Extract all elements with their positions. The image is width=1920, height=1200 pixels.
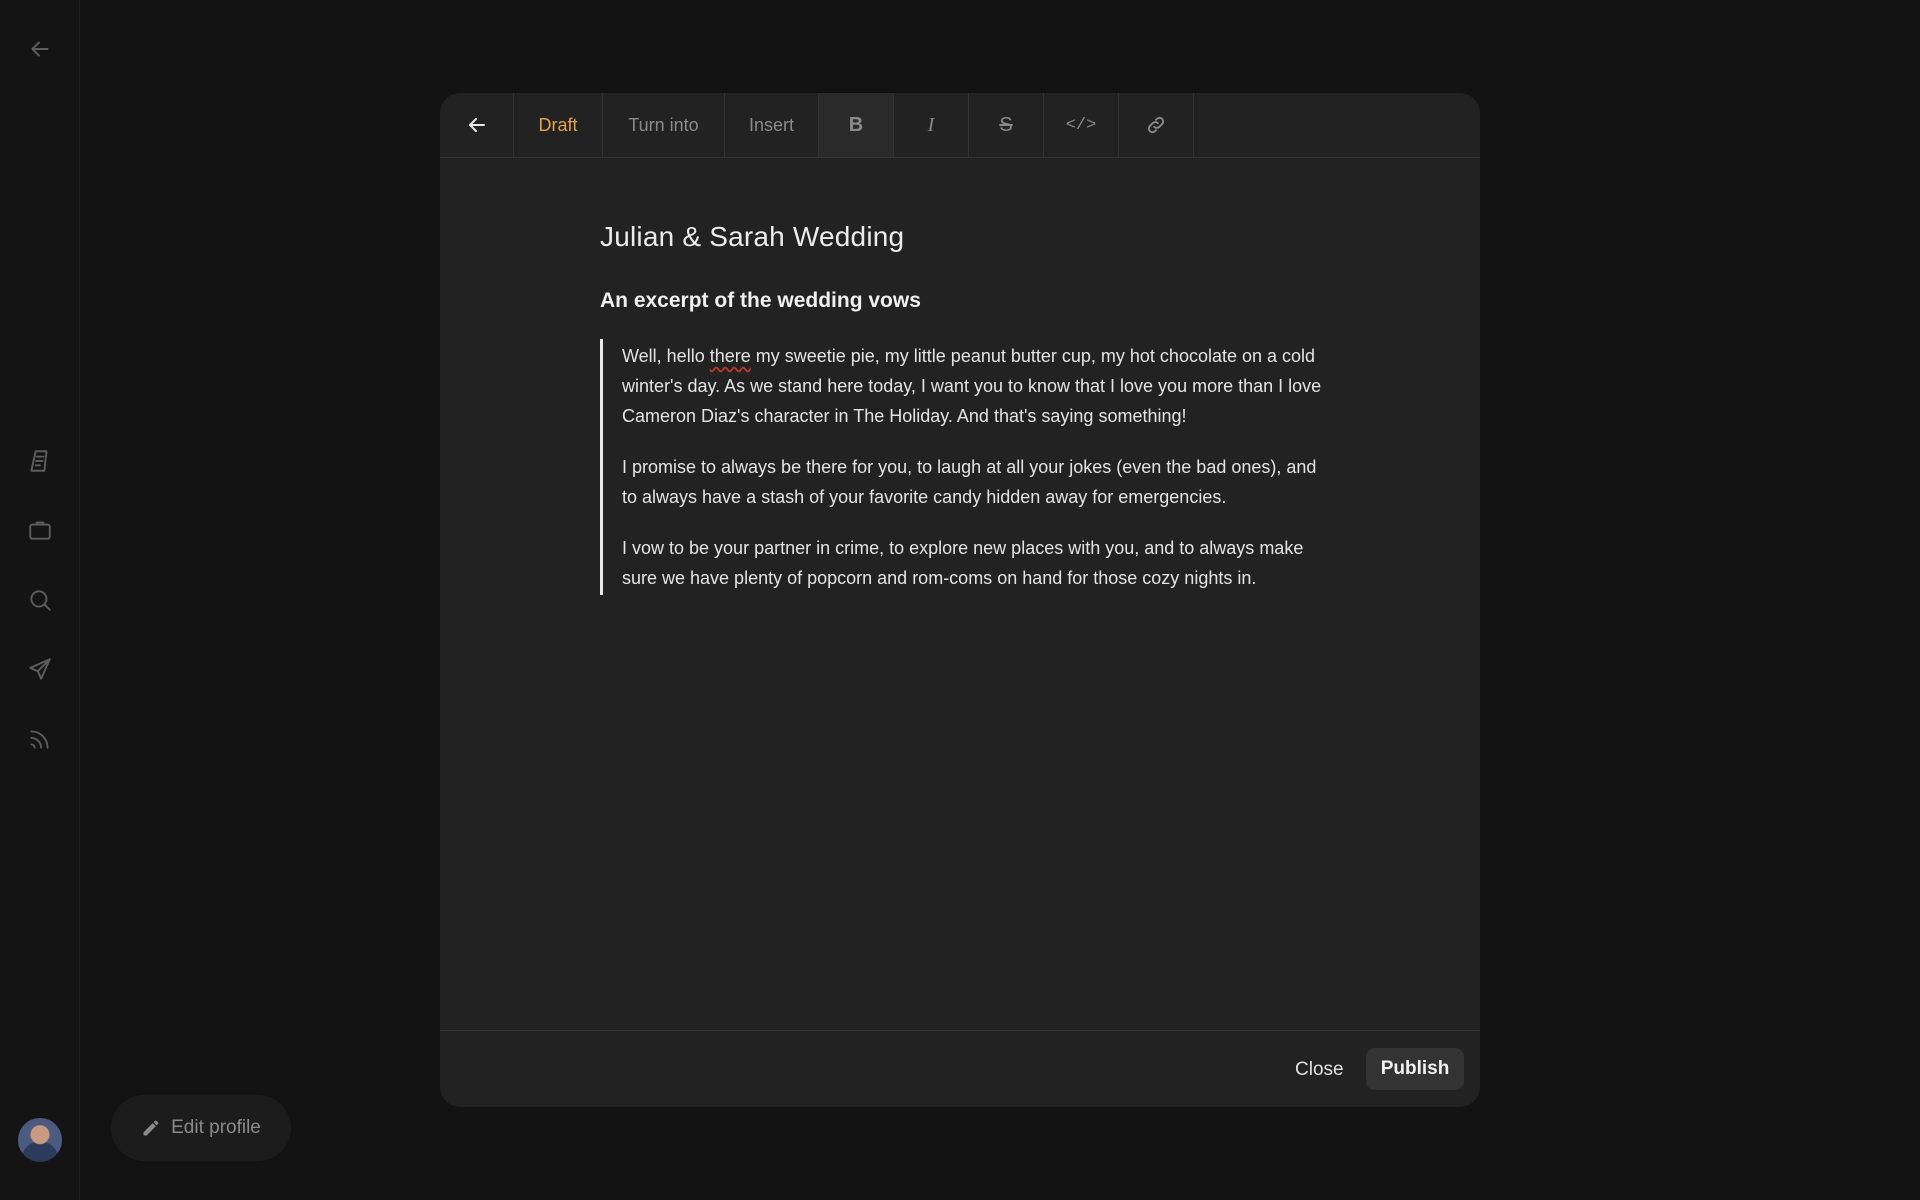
turn-into-button[interactable]: Turn into <box>603 93 725 157</box>
send-icon[interactable] <box>20 649 60 689</box>
briefcase-icon[interactable] <box>20 510 60 550</box>
search-icon[interactable] <box>20 580 60 620</box>
strikethrough-button[interactable]: S <box>969 93 1044 157</box>
link-button[interactable] <box>1119 93 1194 157</box>
edit-profile-button[interactable]: Edit profile <box>111 1095 291 1161</box>
publish-button[interactable]: Publish <box>1366 1048 1464 1090</box>
editor-toolbar: Draft Turn into Insert B I S </> <box>440 93 1480 158</box>
misspelled-word[interactable]: there <box>710 346 751 366</box>
draft-status-button[interactable]: Draft <box>514 93 603 157</box>
bold-button[interactable]: B <box>819 93 894 157</box>
sidebar <box>0 0 80 1200</box>
document-icon[interactable] <box>20 441 60 481</box>
vow-paragraph-3[interactable]: I vow to be your partner in crime, to ex… <box>622 533 1330 593</box>
vow-paragraph-1[interactable]: Well, hello there my sweetie pie, my lit… <box>622 341 1330 431</box>
insert-button[interactable]: Insert <box>725 93 819 157</box>
link-icon <box>1147 116 1165 134</box>
document-title[interactable]: Julian & Sarah Wedding <box>600 221 1330 253</box>
rss-icon[interactable] <box>20 719 60 759</box>
back-arrow-icon <box>468 118 485 132</box>
pencil-icon <box>143 1120 159 1136</box>
vow-paragraph-1-start: Well, hello <box>622 346 710 366</box>
avatar[interactable] <box>18 1118 62 1162</box>
editor-modal: Draft Turn into Insert B I S </> Julian … <box>440 93 1480 1107</box>
italic-button[interactable]: I <box>894 93 969 157</box>
edit-profile-label: Edit profile <box>171 1117 261 1138</box>
back-arrow-icon[interactable] <box>20 29 60 69</box>
document-subtitle[interactable]: An excerpt of the wedding vows <box>600 289 1330 313</box>
modal-footer: Close Publish <box>440 1030 1480 1107</box>
vow-paragraph-2[interactable]: I promise to always be there for you, to… <box>622 452 1330 512</box>
vows-blockquote[interactable]: Well, hello there my sweetie pie, my lit… <box>600 339 1330 595</box>
code-button[interactable]: </> <box>1044 93 1119 157</box>
close-button[interactable]: Close <box>1285 1049 1354 1091</box>
modal-back-button[interactable] <box>440 93 514 157</box>
document-body[interactable]: Julian & Sarah Wedding An excerpt of the… <box>600 221 1330 595</box>
